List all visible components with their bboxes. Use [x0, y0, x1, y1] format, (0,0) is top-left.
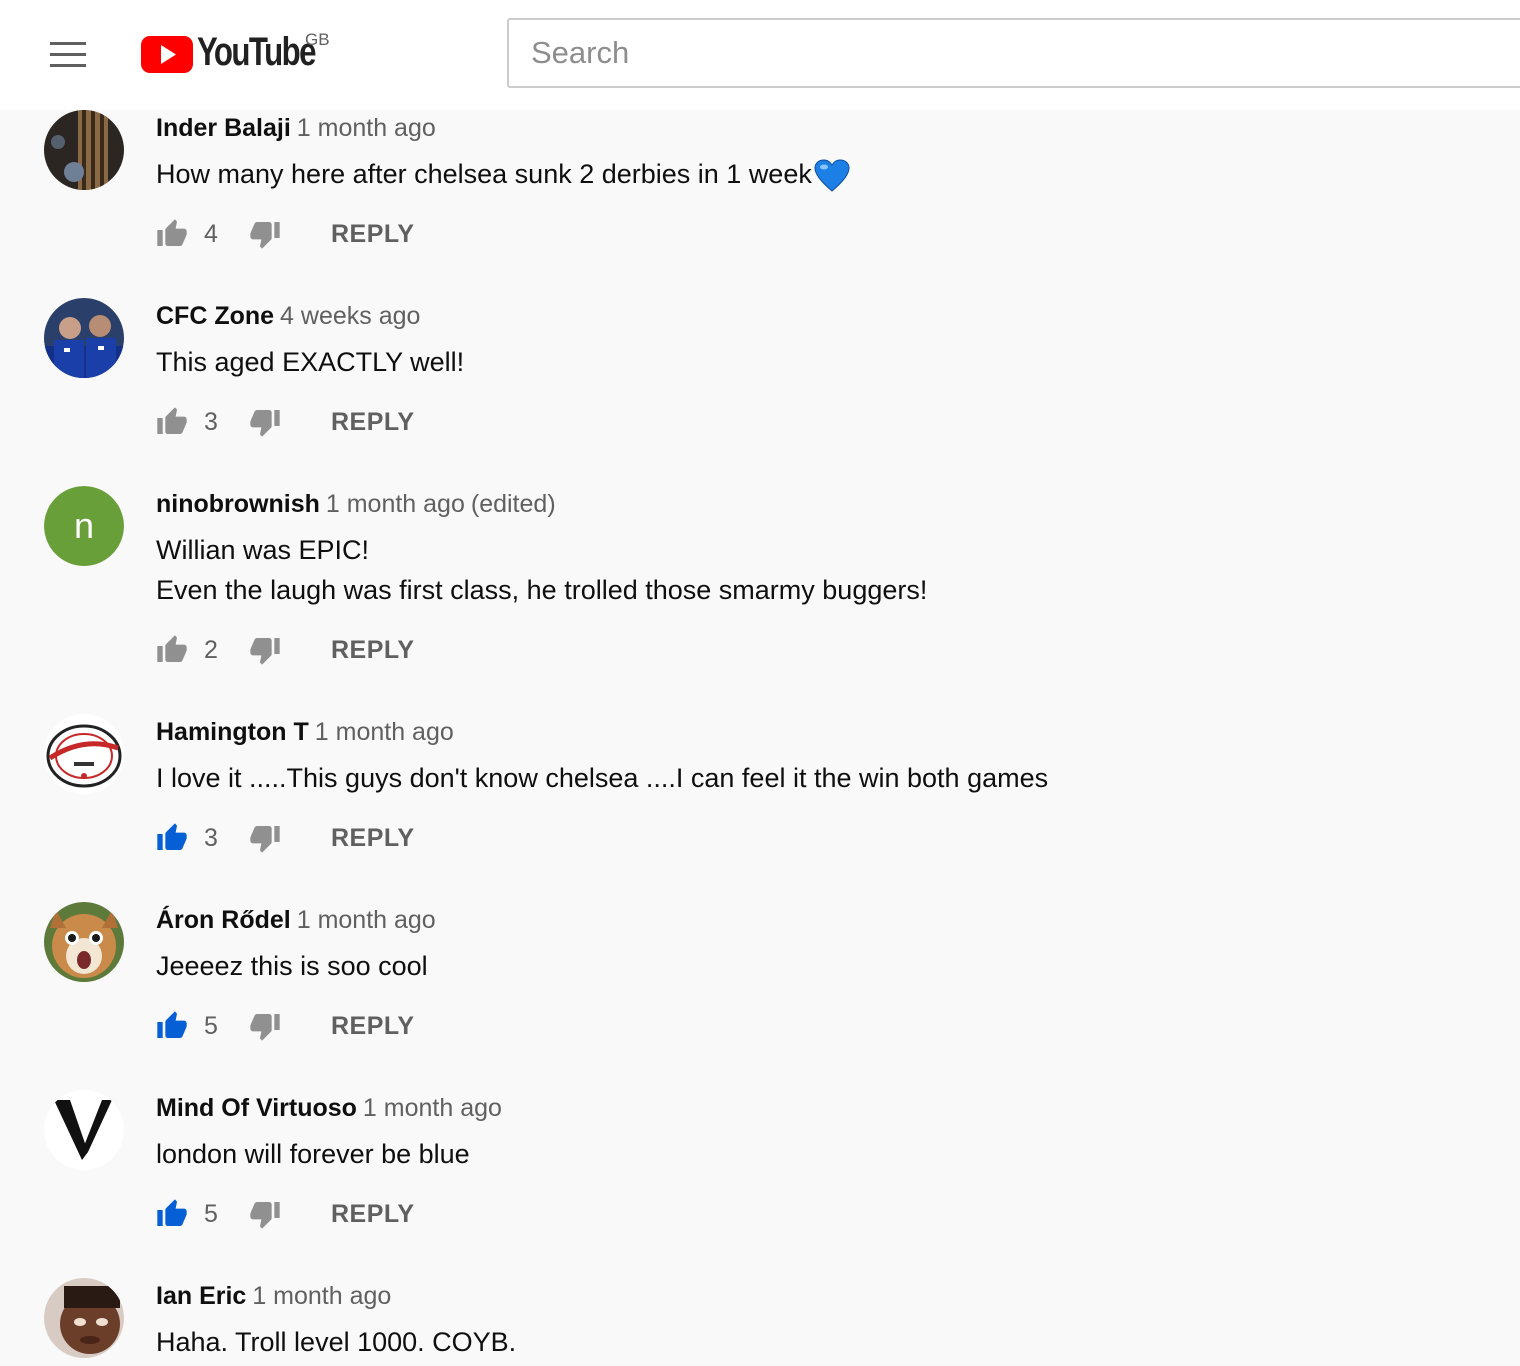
- comment-text: This aged EXACTLY well!: [156, 342, 464, 382]
- thumbs-down-icon[interactable]: [249, 1010, 281, 1042]
- search-input[interactable]: [509, 20, 1431, 86]
- comment-time[interactable]: 1 month ago: [252, 1282, 391, 1310]
- comment-author[interactable]: Hamington T: [156, 718, 309, 746]
- like-count: 5: [204, 1200, 218, 1228]
- thumbs-up-icon[interactable]: [156, 218, 188, 250]
- thumbs-up-icon-active[interactable]: [156, 1198, 188, 1230]
- avatar[interactable]: [44, 110, 124, 190]
- thumbs-up-icon[interactable]: [156, 406, 188, 438]
- youtube-logo[interactable]: YouTube GB: [141, 28, 341, 78]
- reply-button[interactable]: REPLY: [331, 630, 415, 670]
- comment-header: Áron Rődel 1 month ago: [156, 902, 436, 938]
- comment-line: Willian was EPIC!: [156, 535, 370, 565]
- comment-header: Hamington T1 month ago: [156, 714, 454, 750]
- comment-author[interactable]: Ian Eric: [156, 1282, 246, 1310]
- like-count: 3: [204, 824, 218, 852]
- blue-heart-icon: [814, 159, 850, 192]
- reply-button[interactable]: REPLY: [331, 818, 415, 858]
- like-count: 5: [204, 1012, 218, 1040]
- like-count: 3: [204, 408, 218, 436]
- comment-header: Ian Eric 1 month ago: [156, 1278, 391, 1314]
- comment-time[interactable]: 1 month ago: [297, 906, 436, 934]
- reply-button[interactable]: REPLY: [331, 214, 415, 254]
- avatar[interactable]: [44, 902, 124, 982]
- reply-button[interactable]: REPLY: [331, 1194, 415, 1234]
- comment-line: This aged EXACTLY well!: [156, 347, 465, 377]
- comment-line: Even the laugh was first class, he troll…: [156, 575, 928, 605]
- avatar[interactable]: [44, 714, 124, 794]
- youtube-play-icon: [141, 36, 193, 73]
- thumbs-down-icon[interactable]: [249, 634, 281, 666]
- comment-author[interactable]: Mind Of Virtuoso: [156, 1094, 357, 1122]
- avatar[interactable]: [44, 1278, 124, 1358]
- reply-button[interactable]: REPLY: [331, 1006, 415, 1046]
- comment-text: Jeeeez this is soo cool: [156, 946, 428, 986]
- comment-header: CFC Zone 4 weeks ago: [156, 298, 420, 334]
- comment-header: Mind Of Virtuoso 1 month ago: [156, 1090, 502, 1126]
- logo-wordmark: YouTube: [197, 30, 316, 74]
- reply-button[interactable]: REPLY: [331, 402, 415, 442]
- avatar[interactable]: [44, 298, 124, 378]
- comment-header: Inder Balaji 1 month ago: [156, 110, 436, 146]
- thumbs-up-icon-active[interactable]: [156, 1010, 188, 1042]
- comment-time[interactable]: 1 month ago: [315, 718, 454, 746]
- comment-author[interactable]: ninobrownish: [156, 490, 320, 518]
- comment-line: Jeeeez this is soo cool: [156, 951, 428, 981]
- comment-author[interactable]: Inder Balaji: [156, 114, 291, 142]
- comment-text: Haha. Troll level 1000. COYB.: [156, 1322, 516, 1362]
- thumbs-up-icon-active[interactable]: [156, 822, 188, 854]
- thumbs-down-icon[interactable]: [249, 406, 281, 438]
- search-box[interactable]: [507, 18, 1520, 88]
- comment-time[interactable]: 1 month ago: [297, 114, 436, 142]
- comment-text: How many here after chelsea sunk 2 derbi…: [156, 154, 850, 194]
- thumbs-up-icon[interactable]: [156, 634, 188, 666]
- comment-author[interactable]: CFC Zone: [156, 302, 274, 330]
- like-count: 4: [204, 220, 218, 248]
- comment-line: Haha. Troll level 1000. COYB.: [156, 1327, 517, 1357]
- comment-line: london will forever be blue: [156, 1139, 470, 1169]
- avatar[interactable]: n: [44, 486, 124, 566]
- comment-time[interactable]: 1 month ago: [363, 1094, 502, 1122]
- thumbs-down-icon[interactable]: [249, 218, 281, 250]
- comment-text: london will forever be blue: [156, 1134, 470, 1174]
- thumbs-down-icon[interactable]: [249, 822, 281, 854]
- comment-time[interactable]: 1 month ago: [326, 490, 465, 518]
- avatar-letter: n: [74, 505, 94, 546]
- comment-time[interactable]: 4 weeks ago: [280, 302, 420, 330]
- edited-label: (edited): [470, 490, 556, 518]
- avatar[interactable]: [44, 1090, 124, 1170]
- hamburger-menu-icon[interactable]: [50, 40, 86, 68]
- comment-text: I love it .....This guys don't know chel…: [156, 758, 1048, 798]
- comment-header: ninobrownish 1 month ago (edited): [156, 486, 556, 522]
- comment-author[interactable]: Áron Rődel: [156, 906, 291, 934]
- country-code: GB: [305, 30, 330, 49]
- thumbs-down-icon[interactable]: [249, 1198, 281, 1230]
- comment-text: Willian was EPIC! Even the laugh was fir…: [156, 530, 927, 610]
- comment-line: How many here after chelsea sunk 2 derbi…: [156, 159, 812, 189]
- comment-line: I love it .....This guys don't know chel…: [156, 763, 1049, 793]
- masthead: YouTube GB: [0, 0, 1520, 110]
- like-count: 2: [204, 636, 218, 664]
